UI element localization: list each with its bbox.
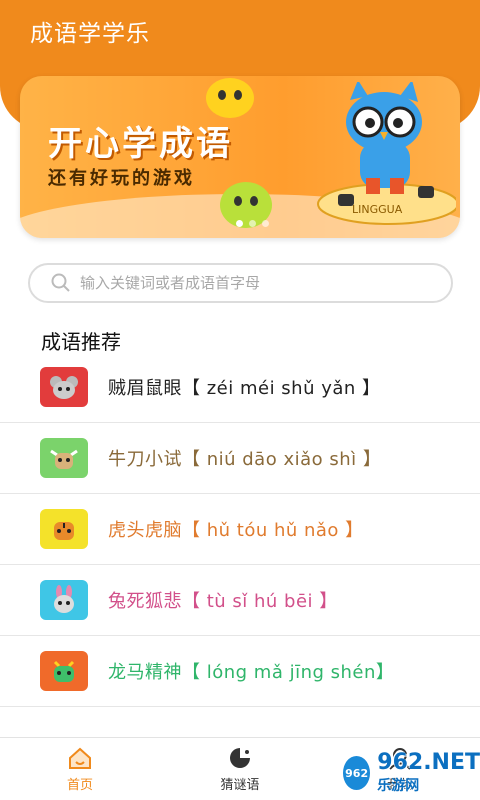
idiom-row[interactable]: 贼眉鼠眼【 zéi méi shǔ yǎn 】 (0, 352, 480, 423)
tab-label: 首页 (66, 778, 93, 793)
section-title: 成语推荐 (41, 330, 121, 354)
mouse-icon (40, 367, 88, 407)
watermark-logo-icon: 962 (340, 753, 374, 793)
dragon-icon (40, 651, 88, 691)
emoji-face-icon (206, 78, 254, 118)
idiom-text: 虎头虎脑【 hǔ tóu hǔ nǎo 】 (108, 520, 364, 541)
watermark-subtitle: 乐游网 (377, 778, 420, 794)
search-bar[interactable] (28, 263, 453, 303)
promo-banner[interactable]: 开心学成语 还有好玩的游戏 LINGGUA (20, 76, 460, 238)
owl-mascot-icon: LINGGUA (317, 82, 456, 225)
tiger-icon (40, 509, 88, 549)
idiom-text: 牛刀小试【 niú dāo xiǎo shì 】 (108, 449, 382, 470)
carousel-dot[interactable] (249, 220, 256, 227)
idiom-row[interactable]: 虎头虎脑【 hǔ tóu hǔ nǎo 】 (0, 494, 480, 565)
home-icon (69, 747, 91, 769)
carousel-dots[interactable] (236, 220, 269, 227)
idiom-row[interactable]: 兔死狐悲【 tù sǐ hú bēi 】 (0, 565, 480, 636)
tab-home[interactable]: 首页 (0, 738, 160, 800)
ox-icon (40, 438, 88, 478)
banner-title: 开心学成语 (48, 124, 233, 164)
idiom-text: 兔死狐悲【 tù sǐ hú bēi 】 (108, 591, 338, 612)
banner-subtitle: 还有好玩的游戏 (48, 168, 195, 189)
mascot-board-text: LINGGUA (352, 203, 403, 216)
rabbit-icon (40, 580, 88, 620)
search-input[interactable] (80, 274, 420, 292)
app-title: 成语学学乐 (30, 21, 150, 47)
idiom-row[interactable]: 牛刀小试【 niú dāo xiǎo shì 】 (0, 423, 480, 494)
tab-riddle[interactable]: 猜谜语 (160, 738, 320, 800)
carousel-dot[interactable] (236, 220, 243, 227)
carousel-dot[interactable] (262, 220, 269, 227)
search-icon (51, 273, 70, 292)
idiom-text: 贼眉鼠眼【 zéi méi shǔ yǎn 】 (108, 378, 381, 399)
tab-label: 猜谜语 (220, 778, 260, 793)
site-watermark: 962 962.NET 乐游网 (340, 746, 480, 800)
idiom-row[interactable]: 龙马精神【 lóng mǎ jīng shén】 (0, 636, 480, 707)
watermark-title: 962.NET (377, 750, 480, 775)
idiom-list: 贼眉鼠眼【 zéi méi shǔ yǎn 】 牛刀小试【 niú dāo xi… (0, 352, 480, 707)
idiom-text: 龙马精神【 lóng mǎ jīng shén】 (108, 662, 395, 683)
riddle-icon (230, 748, 250, 768)
